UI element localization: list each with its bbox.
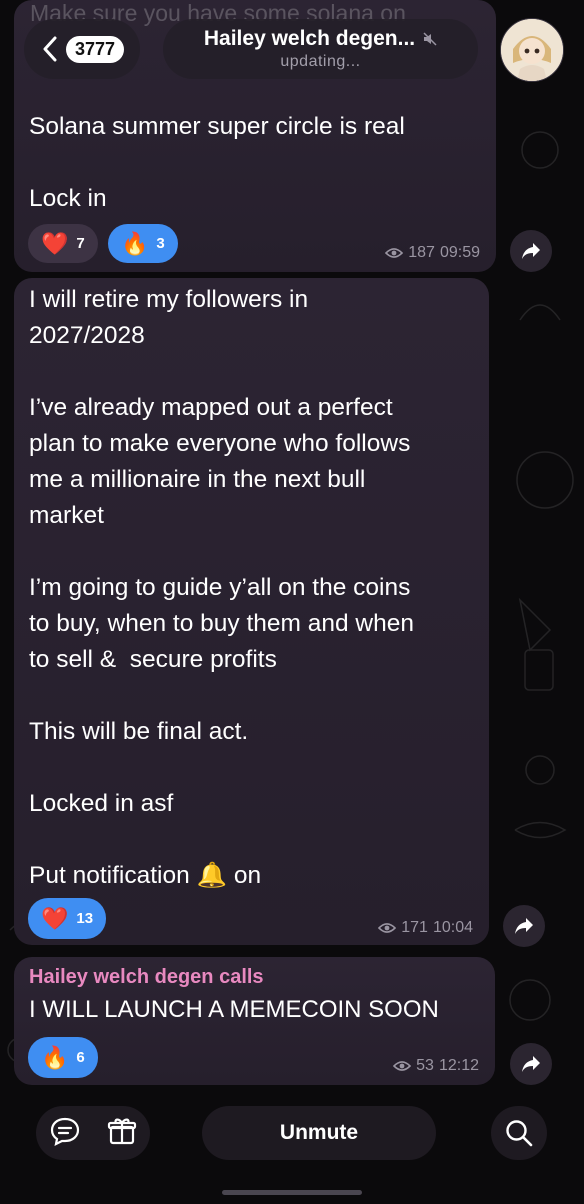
message-text: I WILL LAUNCH A MEMECOIN SOON — [29, 996, 439, 1023]
share-button[interactable] — [503, 905, 545, 947]
search-icon — [506, 1120, 533, 1147]
reaction-heart[interactable]: ❤️ 7 — [28, 224, 98, 263]
channel-avatar[interactable] — [500, 18, 564, 82]
message-text: Solana summer super circle is real Lock … — [29, 113, 405, 212]
share-button[interactable] — [510, 1043, 552, 1085]
reaction-fire[interactable]: 🔥 6 — [28, 1037, 98, 1078]
eye-icon — [378, 923, 397, 933]
message-time: 10:04 — [432, 919, 473, 936]
reaction-count: 7 — [76, 235, 85, 252]
reaction-count: 13 — [76, 910, 94, 927]
share-arrow-icon — [522, 243, 540, 259]
message-text: I will retire my followers in 2027/2028 … — [29, 286, 414, 889]
unmute-button[interactable]: Unmute — [202, 1106, 436, 1160]
heart-emoji: ❤️ — [41, 905, 69, 931]
reaction-count: 3 — [156, 235, 165, 252]
view-count: 187 — [408, 244, 435, 261]
sender-name[interactable]: Hailey welch degen calls — [29, 964, 264, 990]
message-time: 09:59 — [439, 244, 480, 261]
message-meta: 187 09:59 — [385, 244, 480, 262]
unread-count-badge: 3777 — [66, 35, 125, 63]
heart-emoji: ❤️ — [41, 230, 69, 256]
chat-status: updating... — [280, 53, 361, 70]
view-count: 53 — [416, 1057, 434, 1074]
chat-bubble-icon[interactable] — [49, 1116, 81, 1151]
chat-title-area[interactable]: Hailey welch degen... updating... — [163, 19, 478, 79]
muted-speaker-icon — [423, 32, 437, 46]
share-arrow-icon — [515, 918, 533, 934]
bottom-left-actions — [36, 1106, 150, 1160]
eye-icon — [385, 248, 404, 258]
share-button[interactable] — [510, 230, 552, 272]
share-arrow-icon — [522, 1056, 540, 1072]
view-count: 171 — [401, 919, 428, 936]
message-meta: 171 10:04 — [378, 919, 473, 937]
eye-icon — [393, 1061, 412, 1071]
back-button[interactable]: 3777 — [24, 19, 140, 79]
message-bubble-3[interactable]: Hailey welch degen calls I WILL LAUNCH A… — [14, 957, 495, 1085]
gift-icon[interactable] — [107, 1116, 137, 1151]
reaction-fire[interactable]: 🔥 3 — [108, 224, 178, 263]
fire-emoji: 🔥 — [121, 230, 149, 256]
chat-title: Hailey welch degen... — [203, 27, 416, 50]
reaction-heart[interactable]: ❤️ 13 — [28, 898, 107, 939]
message-meta: 53 12:12 — [393, 1057, 479, 1075]
chevron-left-icon — [43, 36, 57, 62]
home-indicator — [0, 1186, 584, 1199]
search-button[interactable] — [491, 1106, 547, 1160]
reaction-count: 6 — [76, 1049, 85, 1066]
message-time: 12:12 — [438, 1057, 479, 1074]
fire-emoji: 🔥 — [41, 1044, 69, 1070]
message-bubble-2[interactable]: I will retire my followers in 2027/2028 … — [14, 278, 489, 945]
